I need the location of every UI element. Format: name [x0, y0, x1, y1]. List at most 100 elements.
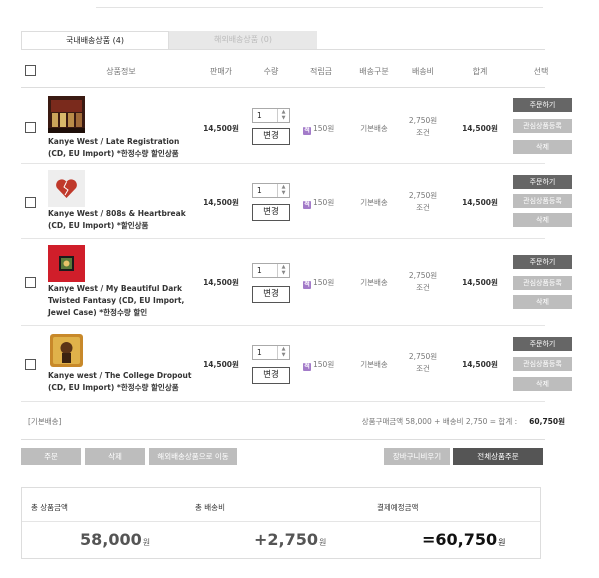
- table-row: Kanye West / My Beautiful Dark Twisted F…: [21, 239, 572, 326]
- product-total-label: 총 상품금액: [31, 503, 68, 512]
- delete-button[interactable]: 삭제: [513, 295, 572, 309]
- row-checkbox[interactable]: [25, 359, 36, 370]
- item-price: 14,500원: [203, 360, 239, 369]
- delete-button[interactable]: 삭제: [513, 140, 572, 154]
- arrow-down-icon[interactable]: ▼: [278, 352, 289, 358]
- points-value: 적 150원: [303, 359, 334, 371]
- shipping-total-value: +2,750원: [254, 530, 326, 549]
- quantity-stepper[interactable]: 1 ▲ ▼: [252, 108, 290, 123]
- col-total: 합계: [472, 67, 488, 76]
- ship-fee-amount: 2,750원: [408, 271, 438, 280]
- shipping-total-amount: +2,750: [254, 530, 319, 549]
- change-quantity-button[interactable]: 변경: [252, 286, 290, 303]
- wishlist-button[interactable]: 관심상품등록: [513, 276, 572, 290]
- album-cover-image[interactable]: [48, 332, 85, 369]
- select-all-checkbox[interactable]: [25, 65, 36, 76]
- delete-button[interactable]: 삭제: [513, 213, 572, 227]
- change-quantity-button[interactable]: 변경: [252, 128, 290, 145]
- points-icon: 적: [303, 201, 311, 209]
- empty-cart-button[interactable]: 장바구니비우기: [384, 448, 450, 465]
- arrow-down-icon[interactable]: ▼: [278, 270, 289, 276]
- product-name[interactable]: Kanye west / The College Dropout (CD, EU…: [48, 370, 198, 394]
- wishlist-button[interactable]: 관심상품등록: [513, 357, 572, 371]
- cart-total-value: 60,750원: [529, 417, 565, 426]
- ship-fee-condition: 조건: [416, 203, 430, 212]
- product-total-value: 58,000원: [80, 530, 150, 549]
- ship-fee-condition: 조건: [416, 364, 430, 373]
- ship-fee: 2,750원조건: [401, 190, 445, 214]
- delete-selected-button[interactable]: 삭제: [85, 448, 145, 465]
- tab-divider: [21, 49, 545, 50]
- table-row: Kanye west / The College Dropout (CD, EU…: [21, 326, 572, 402]
- currency-unit: 원: [319, 538, 327, 547]
- points-amount: 150원: [313, 198, 335, 207]
- tab-overseas[interactable]: 해외배송상품 (0): [169, 31, 317, 49]
- payment-total-label: 결제예정금액: [377, 503, 419, 512]
- ship-fee-amount: 2,750원: [408, 352, 438, 361]
- points-icon: 적: [303, 127, 311, 135]
- product-name[interactable]: Kanye West / 808s & Heartbreak (CD, EU I…: [48, 208, 198, 232]
- payment-total-value: =60,750원: [422, 530, 506, 549]
- quantity-stepper[interactable]: 1 ▲ ▼: [252, 183, 290, 198]
- ship-type: 기본배송: [360, 124, 388, 133]
- cart-total-line: 상품구매금액 58,000 + 배송비 2,750 = 합계 : 60,750원: [362, 416, 565, 427]
- item-total: 14,500원: [462, 360, 498, 369]
- quantity-value: 1: [257, 266, 262, 275]
- basic-shipping-label: [기본배송]: [28, 417, 62, 426]
- summary-divider: [22, 521, 540, 522]
- change-quantity-button[interactable]: 변경: [252, 367, 290, 384]
- points-amount: 150원: [313, 278, 335, 287]
- ship-fee-condition: 조건: [416, 128, 430, 137]
- row-divider: [21, 401, 545, 402]
- ship-fee-amount: 2,750원: [408, 191, 438, 200]
- order-button[interactable]: 주문하기: [513, 337, 572, 351]
- wishlist-button[interactable]: 관심상품등록: [513, 194, 572, 208]
- ship-type: 기본배송: [360, 198, 388, 207]
- points-icon: 적: [303, 281, 311, 289]
- quantity-stepper[interactable]: 1 ▲ ▼: [252, 263, 290, 278]
- row-checkbox[interactable]: [25, 122, 36, 133]
- cart-total-text: 상품구매금액 58,000 + 배송비 2,750 = 합계 :: [361, 417, 518, 426]
- item-total: 14,500원: [462, 124, 498, 133]
- arrow-down-icon[interactable]: ▼: [278, 115, 289, 121]
- currency-unit: 원: [498, 538, 506, 547]
- order-button[interactable]: 주문하기: [513, 175, 572, 189]
- arrow-down-icon[interactable]: ▼: [278, 190, 289, 196]
- album-cover-image[interactable]: [48, 245, 85, 282]
- order-all-button[interactable]: 전체상품주문: [453, 448, 543, 465]
- tab-domestic[interactable]: 국내배송상품 (4): [21, 31, 169, 49]
- col-ship-fee: 배송비: [411, 67, 435, 76]
- quantity-stepper[interactable]: 1 ▲ ▼: [252, 345, 290, 360]
- wishlist-button[interactable]: 관심상품등록: [513, 119, 572, 133]
- row-checkbox[interactable]: [25, 197, 36, 208]
- product-total-amount: 58,000: [80, 530, 142, 549]
- payment-total-amount: =60,750: [422, 530, 498, 549]
- order-selected-button[interactable]: 주문: [21, 448, 81, 465]
- points-value: 적 150원: [303, 277, 334, 289]
- points-amount: 150원: [313, 360, 335, 369]
- col-price: 판매가: [209, 67, 233, 76]
- points-value: 적 150원: [303, 123, 334, 135]
- col-select: 선택: [533, 67, 549, 76]
- shipping-tabs: 국내배송상품 (4) 해외배송상품 (0): [21, 31, 317, 49]
- delete-button[interactable]: 삭제: [513, 377, 572, 391]
- table-header: 상품정보 판매가 수량 적립금 배송구분 배송비 합계 선택: [21, 60, 548, 84]
- product-name[interactable]: Kanye West / My Beautiful Dark Twisted F…: [48, 283, 198, 319]
- ship-fee-condition: 조건: [416, 283, 430, 292]
- item-price: 14,500원: [203, 198, 239, 207]
- change-quantity-button[interactable]: 변경: [252, 204, 290, 221]
- album-cover-image[interactable]: [48, 96, 85, 133]
- currency-unit: 원: [142, 538, 151, 547]
- order-button[interactable]: 주문하기: [513, 98, 572, 112]
- shipping-total-label: 총 배송비: [195, 503, 225, 512]
- item-total: 14,500원: [462, 278, 498, 287]
- ship-fee-amount: 2,750원: [408, 116, 438, 125]
- ship-fee: 2,750원조건: [401, 115, 445, 139]
- ship-fee: 2,750원조건: [401, 351, 445, 375]
- ship-type: 기본배송: [360, 360, 388, 369]
- move-overseas-button[interactable]: 해외배송상품으로 이동: [149, 448, 237, 465]
- product-name[interactable]: Kanye West / Late Registration (CD, EU I…: [48, 136, 198, 160]
- row-checkbox[interactable]: [25, 277, 36, 288]
- album-cover-image[interactable]: [48, 170, 85, 207]
- order-button[interactable]: 주문하기: [513, 255, 572, 269]
